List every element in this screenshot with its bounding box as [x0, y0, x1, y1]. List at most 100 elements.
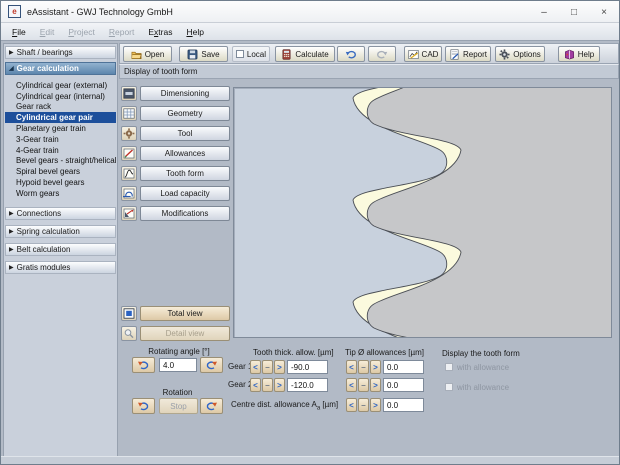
detail-view-icon-button	[121, 326, 137, 341]
centre-allowance-increment[interactable]: >	[370, 398, 381, 412]
redo-arrow-icon	[377, 50, 388, 58]
gear1-thick-decrement[interactable]: <	[250, 360, 261, 374]
sidebar-item-cylindrical-gear-pair[interactable]: Cylindrical gear pair	[5, 112, 116, 124]
menu-project: Project	[68, 26, 95, 37]
rotate-cw-icon	[206, 402, 217, 411]
total-view-button[interactable]: Total view	[140, 306, 230, 321]
sidebar-header-belt-calculation[interactable]: ▶ Belt calculation	[5, 243, 116, 256]
close-button[interactable]: ×	[589, 1, 619, 23]
maximize-button[interactable]: □	[559, 1, 589, 23]
rotation-label: Rotation	[162, 388, 193, 397]
total-view-icon-button[interactable]	[121, 306, 137, 321]
centre-allowance-decrement[interactable]: <	[346, 398, 357, 412]
with-allowance-checkbox-1	[445, 363, 453, 371]
sidebar-item-4-gear-train[interactable]: 4-Gear train	[5, 145, 116, 156]
minimize-button[interactable]: –	[529, 1, 559, 23]
gear2-tip-increment[interactable]: >	[370, 378, 381, 392]
gear2-thick-increment[interactable]: >	[274, 378, 285, 392]
allowances-button[interactable]: Allowances	[140, 146, 230, 161]
dimensioning-icon-button[interactable]	[121, 86, 137, 101]
load-capacity-icon-button[interactable]	[121, 186, 137, 201]
gear1-thick-input[interactable]: -90.0	[287, 360, 328, 374]
sidebar-item-cylindrical-gear-external[interactable]: Cylindrical gear (external)	[5, 80, 116, 91]
cad-drawing-icon	[407, 49, 419, 59]
rotate-right-button[interactable]	[200, 357, 223, 373]
local-checkbox-control[interactable]: Local	[232, 46, 270, 62]
menu-file[interactable]: File	[5, 25, 33, 39]
rotate-left-button[interactable]	[132, 357, 155, 373]
load-capacity-button[interactable]: Load capacity	[140, 186, 230, 201]
sidebar-header-shaft-bearings[interactable]: ▶ Shaft / bearings	[5, 46, 116, 59]
sidebar-header-gratis-modules[interactable]: ▶ Gratis modules	[5, 261, 116, 274]
with-allowance-checkbox-2	[445, 383, 453, 391]
gear1-tip-input[interactable]: 0.0	[383, 360, 424, 374]
tool-button[interactable]: Tool	[140, 126, 230, 141]
title-bar: e eAssistant - GWJ Technology GmbH – □ ×	[1, 1, 619, 23]
help-button[interactable]: Help	[558, 46, 600, 62]
rotating-angle-input[interactable]: 4.0	[159, 358, 197, 372]
dimensioning-button[interactable]: Dimensioning	[140, 86, 230, 101]
app-window: e eAssistant - GWJ Technology GmbH – □ ×…	[0, 0, 620, 465]
save-button[interactable]: Save	[179, 46, 228, 62]
gear2-thick-decrement[interactable]: <	[250, 378, 261, 392]
sidebar-header-gear-calculation[interactable]: ◢ Gear calculation	[5, 62, 116, 75]
menu-help[interactable]: Help	[179, 25, 210, 39]
options-button[interactable]: Options	[495, 46, 545, 62]
gear2-thick-input[interactable]: -120.0	[287, 378, 328, 392]
sidebar-item-bevel-gears[interactable]: Bevel gears - straight/helical	[5, 156, 116, 167]
tooth-form-icon-button[interactable]	[121, 166, 137, 181]
centre-allowance-reset[interactable]: –	[358, 398, 369, 412]
open-button[interactable]: Open	[123, 46, 172, 62]
tooth-form-canvas[interactable]	[233, 1, 617, 405]
centre-allowance-input[interactable]: 0.0	[383, 398, 424, 412]
sidebar-item-gear-rack[interactable]: Gear rack	[5, 102, 116, 113]
rotation-cw-button[interactable]	[200, 398, 223, 414]
tooth-form-drawing	[352, 1, 617, 405]
with-allowance-label-2: with allowance	[457, 383, 510, 392]
gear1-tip-reset[interactable]: –	[358, 360, 369, 374]
gear2-thick-reset[interactable]: –	[262, 378, 273, 392]
rotation-ccw-button[interactable]	[132, 398, 155, 414]
sidebar-item-3-gear-train[interactable]: 3-Gear train	[5, 134, 116, 145]
sidebar-item-cylindrical-gear-internal[interactable]: Cylindrical gear (internal)	[5, 91, 116, 102]
geometry-icon-button[interactable]	[121, 106, 137, 121]
local-checkbox[interactable]	[236, 50, 244, 58]
modifications-button[interactable]: Modifications	[140, 206, 230, 221]
display-tooth-form-header: Display the tooth form	[442, 349, 520, 358]
display-bar: Display of tooth form	[119, 64, 619, 79]
calculate-button[interactable]: Calculate	[275, 46, 335, 62]
cad-button[interactable]: CAD	[404, 46, 442, 62]
gear1-tip-decrement[interactable]: <	[346, 360, 357, 374]
gear1-label: Gear 1	[228, 362, 253, 371]
rotate-ccw-icon	[138, 361, 149, 370]
module-tree: ▶ Shaft / bearings ◢ Gear calculation Cyli…	[3, 43, 118, 459]
gear1-thick-increment[interactable]: >	[274, 360, 285, 374]
menu-report: Report	[108, 26, 135, 37]
gear2-tooth-form-gray	[366, 27, 617, 379]
redo-button	[368, 46, 396, 62]
magnifier-icon	[124, 329, 134, 339]
menu-extras[interactable]: Extras	[141, 25, 179, 39]
gear1-thick-reset[interactable]: –	[262, 360, 273, 374]
undo-button[interactable]	[337, 46, 365, 62]
chevron-expanded-icon: ◢	[9, 66, 14, 72]
tooth-form-button[interactable]: Tooth form	[140, 166, 230, 181]
gear2-tip-reset[interactable]: –	[358, 378, 369, 392]
gear2-tip-decrement[interactable]: <	[346, 378, 357, 392]
sidebar-item-spiral-bevel-gears[interactable]: Spiral bevel gears	[5, 166, 116, 177]
sidebar-header-spring-calculation[interactable]: ▶ Spring calculation	[5, 225, 116, 238]
sidebar-item-hypoid-bevel-gears[interactable]: Hypoid bevel gears	[5, 177, 116, 188]
sidebar-item-worm-gears[interactable]: Worm gears	[5, 188, 116, 199]
gear2-tip-input[interactable]: 0.0	[383, 378, 424, 392]
gear2-label: Gear 2	[228, 380, 253, 389]
report-button[interactable]: Report	[445, 46, 491, 62]
modifications-icon-button[interactable]	[121, 206, 137, 221]
sidebar-item-planetary-gear-train[interactable]: Planetary gear train	[5, 123, 116, 134]
with-allowance-label-1: with allowance	[457, 363, 510, 372]
chevron-right-icon: ▶	[9, 211, 14, 217]
geometry-button[interactable]: Geometry	[140, 106, 230, 121]
tool-icon-button[interactable]	[121, 126, 137, 141]
gear1-tip-increment[interactable]: >	[370, 360, 381, 374]
sidebar-header-connections[interactable]: ▶ Connections	[5, 207, 116, 220]
allowances-icon-button[interactable]	[121, 146, 137, 161]
